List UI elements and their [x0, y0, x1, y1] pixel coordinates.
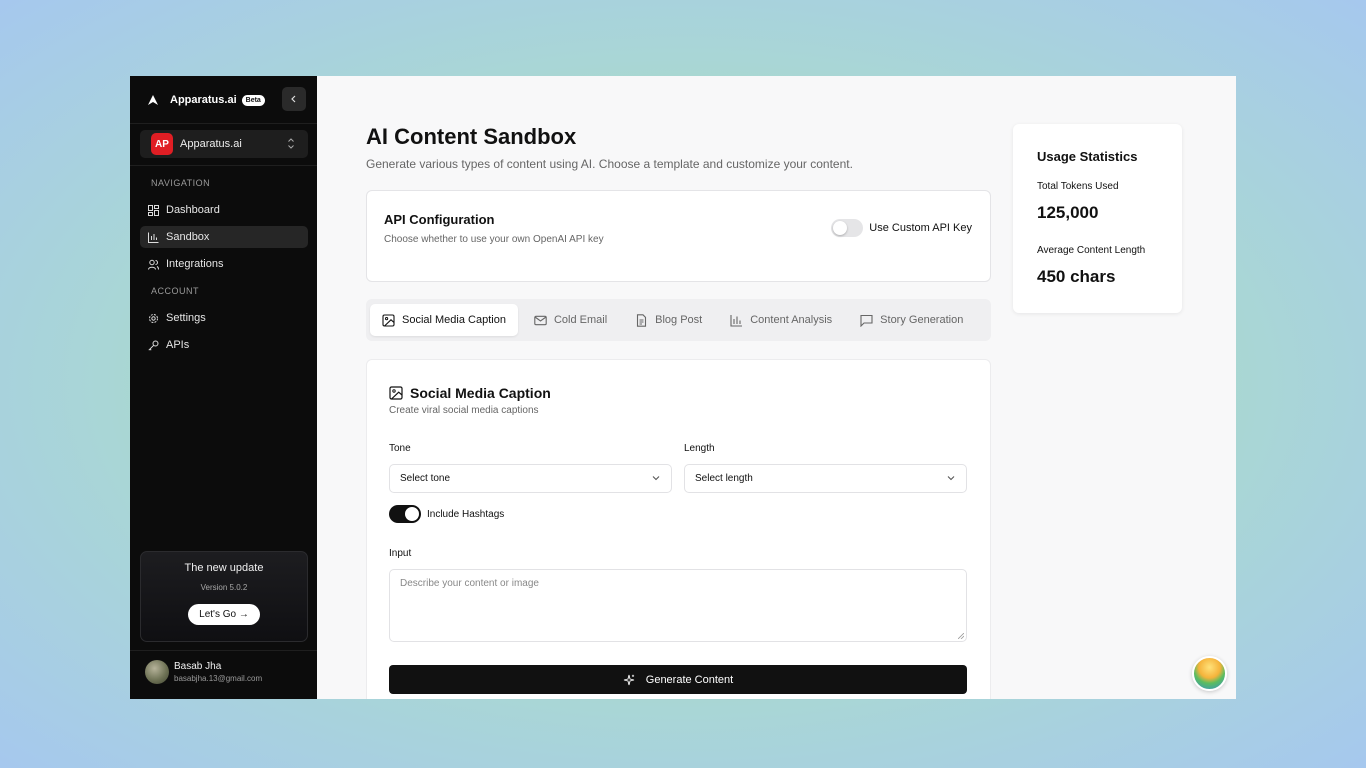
stats-title: Usage Statistics: [1037, 149, 1138, 164]
form-title-text: Social Media Caption: [410, 385, 551, 401]
users-icon: [148, 259, 159, 270]
content-input-placeholder: Describe your content or image: [400, 578, 539, 589]
tab-content-analysis[interactable]: Content Analysis: [718, 304, 844, 336]
update-card: The new update Version 5.0.2 Let's Go →: [140, 551, 308, 642]
image-icon: [382, 313, 395, 327]
app-window: Apparatus.ai Beta AP Apparatus.ai NAVIGA…: [130, 76, 1236, 699]
divider: [130, 650, 317, 651]
include-hashtags-toggle[interactable]: [389, 505, 421, 523]
sidebar-item-integrations[interactable]: Integrations: [140, 253, 308, 275]
chart-icon: [148, 232, 159, 243]
main-content: AI Content Sandbox Generate various type…: [317, 76, 1236, 699]
tab-label: Cold Email: [553, 314, 608, 326]
custom-api-key-toggle[interactable]: [831, 219, 864, 237]
update-title: The new update: [184, 562, 264, 574]
chevron-left-icon: [291, 95, 296, 103]
total-tokens-label: Total Tokens Used: [1037, 181, 1119, 192]
sidebar-item-label: Dashboard: [166, 204, 220, 216]
sparkles-icon: [623, 674, 634, 685]
length-select-value: Select length: [695, 473, 753, 484]
api-card-title: API Configuration: [384, 212, 495, 227]
chevrons-up-down-icon: [288, 138, 294, 149]
bar-chart-icon: [730, 314, 743, 327]
user-name: Basab Jha: [174, 661, 222, 672]
message-icon: [860, 314, 873, 327]
user-profile[interactable]: Basab Jha basabjha.13@gmail.com: [145, 660, 262, 684]
generate-content-button[interactable]: Generate Content: [389, 665, 967, 694]
tone-label: Tone: [389, 443, 411, 454]
content-input[interactable]: Describe your content or image: [389, 569, 967, 642]
key-icon: [148, 340, 159, 351]
chevron-down-icon: [947, 476, 955, 481]
user-info: Basab Jha basabjha.13@gmail.com: [174, 661, 262, 683]
tone-select-value: Select tone: [400, 473, 451, 484]
generate-content-label: Generate Content: [645, 673, 734, 686]
sidebar-item-settings[interactable]: Settings: [140, 307, 308, 329]
nav-section-label: NAVIGATION: [151, 178, 211, 188]
org-name: Apparatus.ai: [180, 138, 242, 150]
sidebar-item-dashboard[interactable]: Dashboard: [140, 199, 308, 221]
tab-story-generation[interactable]: Story Generation: [848, 304, 975, 336]
length-select[interactable]: Select length: [684, 464, 967, 493]
beta-badge: Beta: [241, 94, 265, 106]
org-switcher[interactable]: AP Apparatus.ai: [140, 130, 308, 158]
resize-handle-icon[interactable]: [958, 633, 964, 639]
dashboard-icon: [148, 204, 159, 216]
tab-label: Content Analysis: [750, 314, 833, 326]
tab-label: Blog Post: [655, 314, 703, 326]
api-card-subtitle: Choose whether to use your own OpenAI AP…: [384, 234, 604, 245]
collapse-sidebar-button[interactable]: [282, 87, 306, 111]
custom-api-key-control: Use Custom API Key: [831, 219, 972, 237]
form-title: Social Media Caption: [389, 385, 551, 401]
tab-label: Story Generation: [880, 314, 964, 326]
sidebar-item-label: Settings: [166, 312, 206, 324]
floating-assistant-avatar[interactable]: [1192, 656, 1227, 691]
account-section-label: ACCOUNT: [151, 286, 199, 296]
divider: [130, 165, 317, 166]
logo-icon: [148, 95, 158, 105]
document-icon: [637, 313, 647, 327]
user-email: basabjha.13@gmail.com: [174, 674, 263, 683]
image-icon: [389, 386, 403, 400]
include-hashtags-label: Include Hashtags: [427, 508, 505, 520]
social-media-caption-form: Social Media Caption Create viral social…: [366, 359, 991, 699]
brand-name: Apparatus.ai: [170, 94, 237, 106]
sidebar-item-sandbox[interactable]: Sandbox: [140, 226, 308, 248]
sidebar-item-apis[interactable]: APIs: [140, 334, 308, 356]
mail-icon: [534, 315, 547, 325]
gear-icon: [149, 313, 158, 323]
sidebar-item-label: Sandbox: [166, 231, 210, 243]
tab-social-media-caption[interactable]: Social Media Caption: [370, 304, 518, 336]
api-configuration-card: API Configuration Choose whether to use …: [366, 190, 991, 282]
avatar: [145, 660, 169, 684]
toggle-knob: [833, 221, 848, 235]
total-tokens-value: 125,000: [1037, 203, 1099, 222]
avg-length-label: Average Content Length: [1037, 245, 1146, 256]
input-label: Input: [389, 548, 412, 559]
sidebar-item-label: Integrations: [166, 258, 224, 270]
avg-length-value: 450 chars: [1037, 267, 1116, 286]
org-avatar: AP: [151, 133, 173, 155]
update-version: Version 5.0.2: [200, 583, 248, 592]
brand[interactable]: Apparatus.ai Beta: [147, 90, 265, 110]
tab-blog-post[interactable]: Blog Post: [623, 304, 714, 336]
tab-label: Social Media Caption: [402, 314, 506, 326]
toggle-knob: [405, 507, 419, 521]
page-subtitle: Generate various types of content using …: [366, 157, 853, 171]
sidebar: Apparatus.ai Beta AP Apparatus.ai NAVIGA…: [130, 76, 317, 699]
form-subtitle: Create viral social media captions: [389, 405, 539, 416]
usage-statistics-card: Usage Statistics Total Tokens Used 125,0…: [1013, 124, 1182, 313]
chevron-down-icon: [652, 476, 660, 481]
template-tabs: Social Media Caption Cold Email Blog Pos…: [366, 299, 991, 341]
custom-api-key-label: Use Custom API Key: [869, 222, 972, 234]
divider: [130, 123, 317, 124]
tab-cold-email[interactable]: Cold Email: [522, 304, 619, 336]
include-hashtags-control: Include Hashtags: [389, 505, 504, 523]
sidebar-item-label: APIs: [166, 339, 190, 351]
page-title: AI Content Sandbox: [366, 124, 577, 149]
lets-go-button[interactable]: Let's Go →: [188, 604, 260, 625]
tone-select[interactable]: Select tone: [389, 464, 672, 493]
length-label: Length: [684, 443, 715, 454]
